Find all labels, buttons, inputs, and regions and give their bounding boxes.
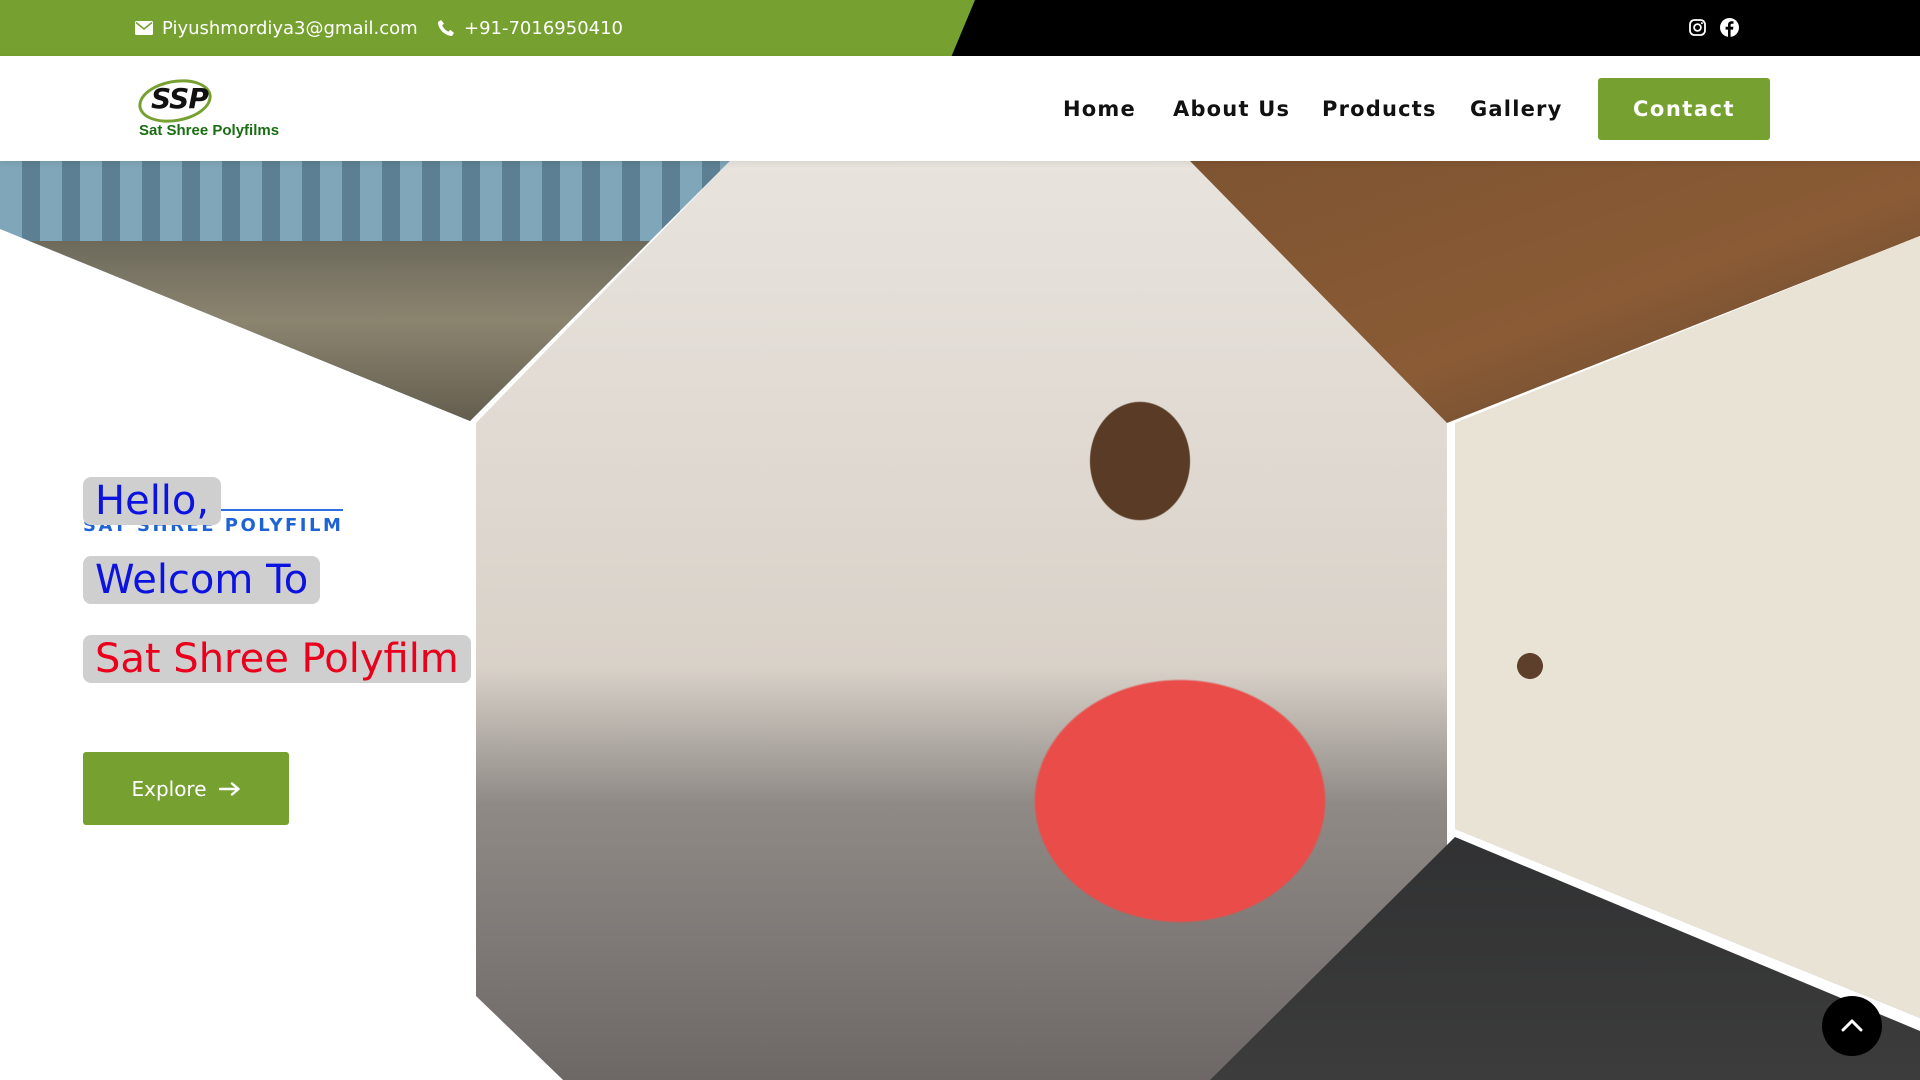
scroll-to-top-button[interactable] <box>1822 996 1882 1056</box>
explore-label: Explore <box>131 776 207 801</box>
phone-contact[interactable]: +91-7016950410 <box>437 0 623 56</box>
main-navbar: SSP Sat Shree Polyfilms Home About Us Pr… <box>0 56 1920 161</box>
hero-greeting: Hello, <box>83 477 222 525</box>
nav-products[interactable]: Products <box>1322 56 1437 161</box>
chevron-up-icon <box>1841 1017 1863 1036</box>
contact-button[interactable]: Contact <box>1598 78 1770 140</box>
hero-welcome: Welcom To <box>83 556 321 604</box>
phone-text: +91-7016950410 <box>464 17 624 39</box>
nav-gallery[interactable]: Gallery <box>1470 56 1563 161</box>
explore-button[interactable]: Explore <box>83 752 289 825</box>
envelope-icon <box>135 21 153 35</box>
phone-icon <box>437 19 455 37</box>
arrow-right-icon <box>218 777 241 801</box>
logo-text: Sat Shree Polyfilms <box>139 122 280 139</box>
email-text: Piyushmordiya3@gmail.com <box>162 17 418 39</box>
facebook-icon[interactable] <box>1718 16 1740 38</box>
hero-company-name: Sat Shree Polyfilm <box>83 635 471 683</box>
instagram-icon[interactable] <box>1686 16 1708 38</box>
top-bar: Piyushmordiya3@gmail.com +91-7016950410 <box>0 0 1920 56</box>
logo-mark: SSP <box>151 82 209 115</box>
email-contact[interactable]: Piyushmordiya3@gmail.com <box>135 0 418 56</box>
nav-home[interactable]: Home <box>1063 56 1136 161</box>
site-logo[interactable]: SSP Sat Shree Polyfilms <box>133 73 283 146</box>
hero-section: SAT SHREE POLYFILM Hello, Welcom To Sat … <box>0 161 1920 1080</box>
nav-about-us[interactable]: About Us <box>1173 56 1290 161</box>
